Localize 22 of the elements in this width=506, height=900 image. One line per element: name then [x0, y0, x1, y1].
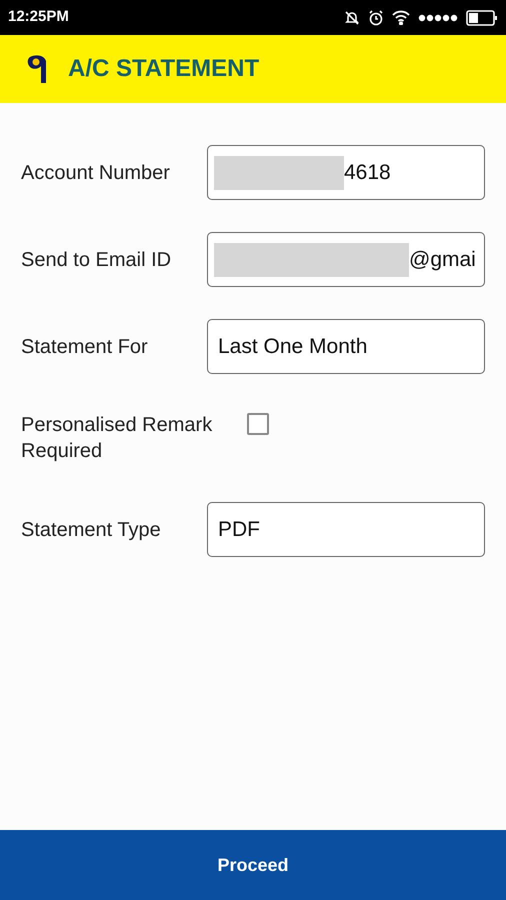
field-value: Last One Month	[217, 334, 368, 360]
field-label: Account Number	[21, 160, 171, 186]
field-value: PDF	[217, 516, 260, 543]
header-title: A/C STATEMENT	[68, 54, 260, 84]
input-field[interactable]: 4618	[207, 145, 485, 200]
field-label: Statement Type	[21, 518, 162, 542]
field-value: 4618	[344, 160, 391, 186]
bell-off-icon	[344, 10, 360, 26]
wifi-icon	[392, 10, 410, 25]
field-label: Statement For	[21, 334, 149, 360]
field-value: @gmai	[409, 246, 476, 273]
alarm-icon	[368, 10, 384, 26]
signal-icon	[418, 14, 458, 22]
status-time: 12:25PM	[8, 7, 69, 28]
input-field[interactable]: @gmai	[207, 232, 485, 287]
input-field[interactable]: PDF	[207, 502, 485, 557]
checkbox-label: Personalised Remark Required	[21, 413, 214, 464]
field-label: Send to Email ID	[21, 248, 172, 272]
battery-icon	[466, 10, 498, 26]
proceed-button[interactable]: Proceed	[0, 830, 506, 900]
checkbox[interactable]	[247, 413, 269, 435]
input-field[interactable]: Last One Month	[207, 319, 485, 374]
